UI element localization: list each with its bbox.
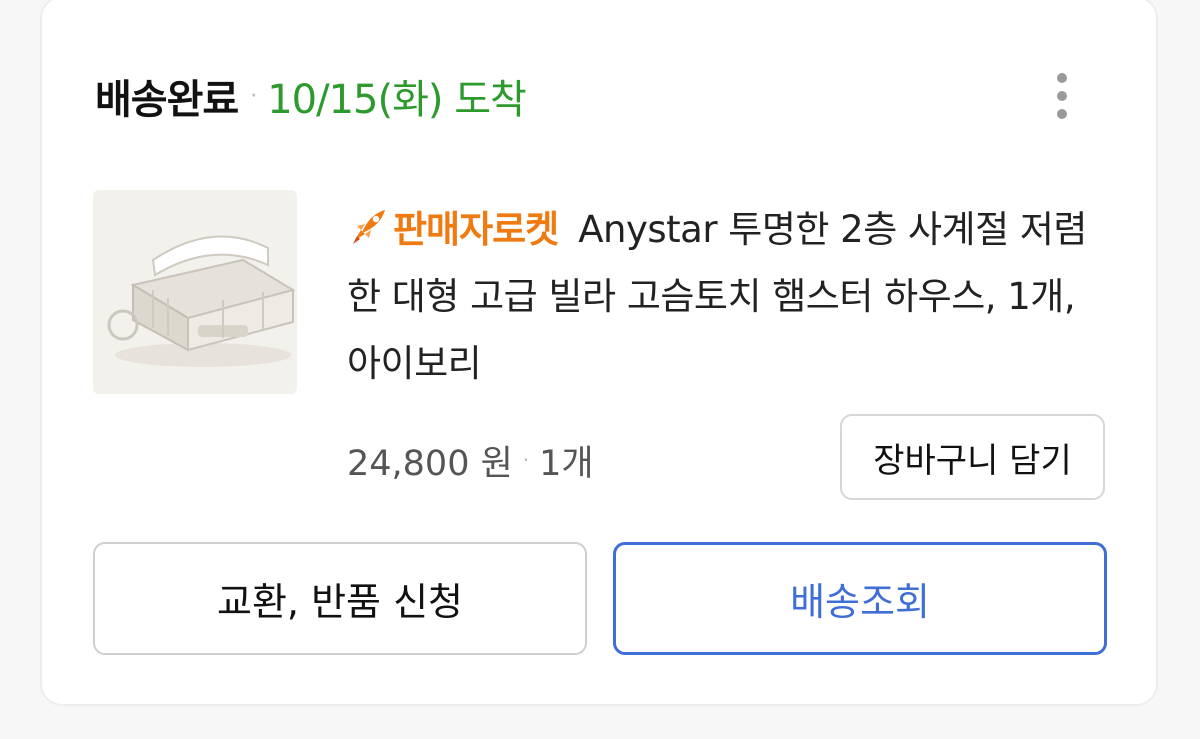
hamster-house-image xyxy=(93,190,297,394)
seller-rocket-badge: 판매자로켓 xyxy=(393,208,559,251)
status-label: 배송완료 xyxy=(95,77,239,123)
separator-dot: · xyxy=(250,83,258,109)
exchange-return-button[interactable]: 교환, 반품 신청 xyxy=(93,542,587,655)
product-title[interactable]: 판매자로켓 Anystar 투명한 2층 사계절 저렴한 대형 고급 빌라 고슴토… xyxy=(347,196,1087,397)
more-dot xyxy=(1057,109,1067,119)
delivery-status: 배송완료 · 10/15(화) 도착 xyxy=(95,66,527,126)
more-dot xyxy=(1057,73,1067,83)
more-dot xyxy=(1057,91,1067,101)
separator-dot: · xyxy=(522,448,530,472)
price-quantity: 24,800 원 · 1개 xyxy=(347,430,594,490)
product-quantity: 1개 xyxy=(539,443,594,484)
product-image[interactable] xyxy=(93,190,297,394)
product-price: 24,800 원 xyxy=(347,443,513,484)
arrival-date: 10/15(화) 도착 xyxy=(267,77,527,123)
rocket-icon xyxy=(353,210,385,244)
more-options-icon[interactable] xyxy=(1040,66,1084,126)
add-to-cart-button[interactable]: 장바구니 담기 xyxy=(840,414,1105,500)
track-delivery-button[interactable]: 배송조회 xyxy=(613,542,1107,655)
